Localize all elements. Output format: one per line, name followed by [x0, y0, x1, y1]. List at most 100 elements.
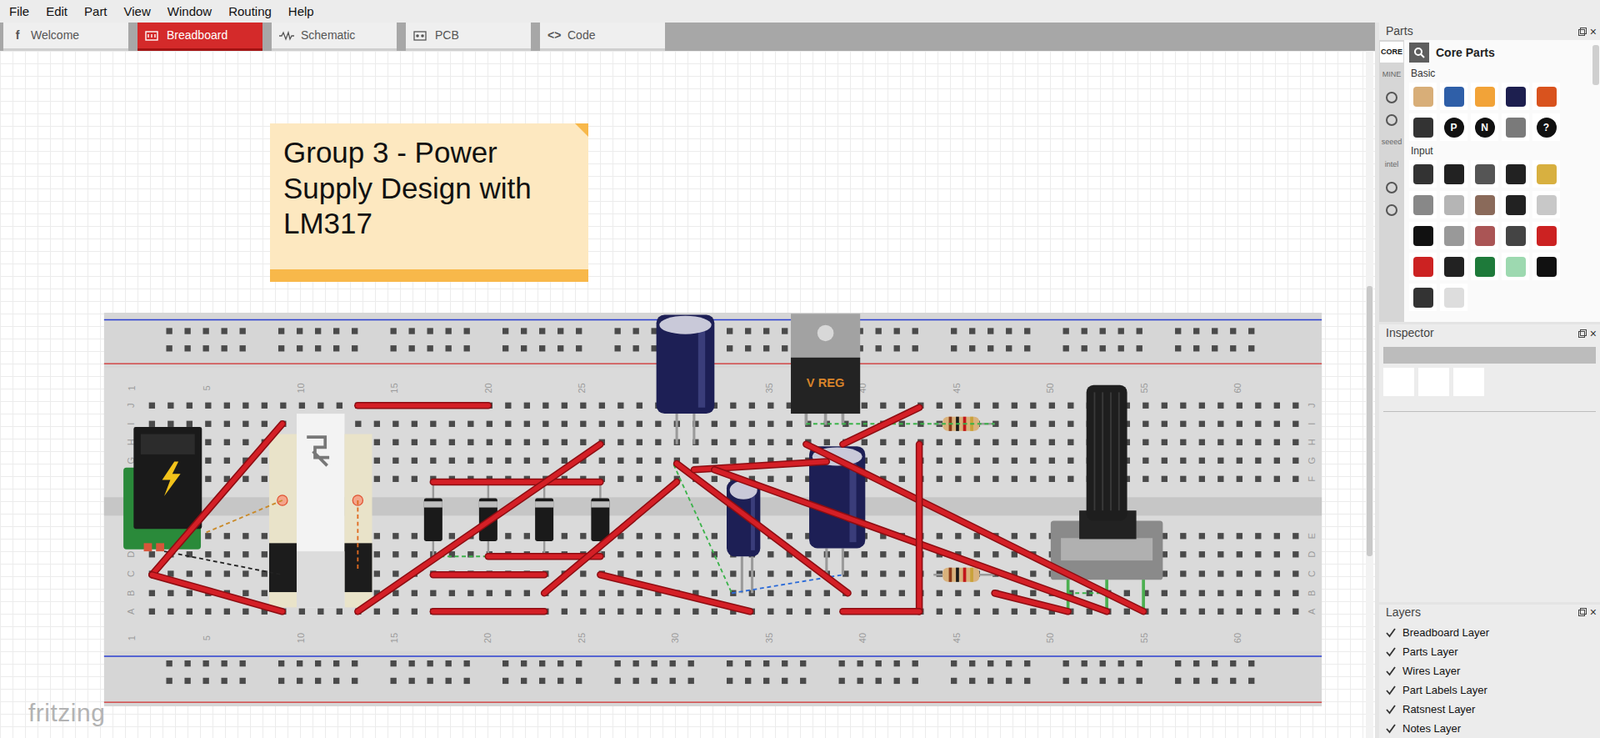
diode[interactable]: [424, 481, 443, 556]
scrollbar-thumb[interactable]: [1366, 285, 1373, 556]
part-thumbnail[interactable]: [1501, 160, 1530, 188]
close-button[interactable]: ×: [1590, 605, 1597, 618]
part-thumbnail[interactable]: [1440, 190, 1468, 219]
part-thumbnail[interactable]: [1409, 221, 1437, 250]
wire[interactable]: [919, 444, 920, 612]
row-label: B: [125, 590, 136, 596]
wire[interactable]: [151, 423, 283, 575]
row-label: I: [125, 422, 136, 425]
part-thumbnail[interactable]: [1470, 160, 1499, 188]
layer-label: Wires Layer: [1402, 662, 1460, 680]
menu-item[interactable]: File: [0, 0, 38, 23]
part-thumbnail[interactable]: [1409, 113, 1437, 141]
parts-grid: [1409, 160, 1595, 311]
part-thumbnail[interactable]: [1470, 82, 1499, 110]
part-thumbnail[interactable]: [1409, 160, 1437, 188]
editor-tab[interactable]: PCB: [405, 22, 531, 51]
bin-tab[interactable]: [1380, 176, 1404, 198]
parts-scrollbar[interactable]: [1592, 45, 1600, 85]
wire[interactable]: [714, 469, 1107, 611]
bin-tab[interactable]: [1380, 86, 1404, 108]
part-thumbnail[interactable]: [1409, 283, 1437, 311]
part-thumbnail[interactable]: N: [1470, 113, 1499, 141]
wire[interactable]: [433, 480, 601, 482]
tab-label: Welcome: [30, 26, 80, 45]
wire[interactable]: [151, 574, 283, 611]
editor-tab[interactable]: fWelcome: [3, 22, 129, 51]
part-thumbnail[interactable]: [1532, 82, 1560, 110]
note-text[interactable]: Group 3 - Power Supply Design with LM317: [283, 135, 575, 242]
wire[interactable]: [842, 610, 920, 612]
note[interactable]: Group 3 - Power Supply Design with LM317: [270, 123, 589, 282]
part-thumbnail[interactable]: [1440, 283, 1468, 311]
voltage-regulator[interactable]: V REG: [790, 313, 860, 425]
part-thumbnail[interactable]: [1501, 221, 1530, 250]
wire[interactable]: [842, 407, 920, 445]
part-thumbnail[interactable]: [1532, 221, 1560, 250]
layer-item[interactable]: Notes Layer: [1379, 718, 1600, 738]
layer-item[interactable]: Parts Layer: [1379, 641, 1600, 661]
part-thumbnail[interactable]: [1409, 190, 1437, 219]
bin-tab[interactable]: seeed: [1380, 131, 1404, 153]
part-thumbnail[interactable]: [1440, 160, 1468, 188]
layer-item[interactable]: Part Labels Layer: [1379, 680, 1600, 700]
menu-item[interactable]: Edit: [37, 0, 76, 23]
part-thumbnail[interactable]: [1409, 82, 1437, 110]
breadboard[interactable]: 1155101015152020252530303535404045455050…: [103, 312, 1323, 706]
part-thumbnail[interactable]: [1409, 252, 1437, 280]
part-thumbnail[interactable]: [1501, 82, 1530, 110]
close-button[interactable]: ×: [1590, 25, 1597, 38]
note-resize-icon[interactable]: [575, 123, 589, 137]
part-thumbnail[interactable]: [1440, 252, 1468, 280]
breadboard-canvas[interactable]: Group 3 - Power Supply Design with LM317…: [0, 50, 1375, 738]
wire[interactable]: [357, 444, 600, 612]
menu-item[interactable]: View: [115, 0, 160, 23]
search-button[interactable]: [1409, 42, 1430, 63]
menu-item[interactable]: Window: [159, 0, 220, 23]
bin-tab[interactable]: intel: [1380, 154, 1404, 175]
menu-item[interactable]: Part: [75, 0, 116, 23]
editor-tab[interactable]: <>Code: [540, 22, 665, 51]
bin-tab[interactable]: [1380, 199, 1404, 220]
capacitor[interactable]: [726, 480, 760, 594]
inspector-images: [1379, 367, 1600, 396]
wire[interactable]: [600, 574, 750, 611]
part-thumbnail[interactable]: ?: [1532, 113, 1560, 141]
part-thumbnail[interactable]: P: [1440, 113, 1468, 141]
layer-item[interactable]: Wires Layer: [1379, 660, 1600, 680]
part-thumbnail[interactable]: [1440, 82, 1468, 110]
bin-tab[interactable]: MINE: [1380, 64, 1404, 85]
part-icon: P: [1444, 117, 1465, 138]
wire[interactable]: [995, 592, 1069, 611]
wire[interactable]: [357, 405, 489, 406]
column-label: 10: [295, 382, 306, 393]
wire[interactable]: [433, 610, 545, 612]
part-icon: [1505, 256, 1526, 277]
menu-item[interactable]: Routing: [220, 0, 280, 23]
layer-item[interactable]: Ratsnest Layer: [1379, 699, 1600, 719]
wire[interactable]: [433, 574, 545, 575]
editor-tab[interactable]: Schematic: [271, 22, 397, 51]
part-thumbnail[interactable]: [1501, 252, 1530, 280]
part-thumbnail[interactable]: [1501, 113, 1530, 141]
close-button[interactable]: ×: [1590, 327, 1597, 340]
switch[interactable]: [269, 413, 373, 607]
part-thumbnail[interactable]: [1532, 190, 1560, 219]
bin-tab[interactable]: CORE: [1380, 41, 1404, 63]
part-thumbnail[interactable]: [1470, 252, 1499, 280]
bin-tab[interactable]: [1380, 109, 1404, 130]
part-thumbnail[interactable]: [1501, 190, 1530, 219]
menu-item[interactable]: Help: [280, 0, 323, 23]
capacitor[interactable]: [656, 314, 715, 444]
part-thumbnail[interactable]: [1532, 252, 1560, 280]
diode[interactable]: [535, 481, 554, 556]
wire[interactable]: [676, 463, 848, 593]
part-thumbnail[interactable]: [1470, 221, 1499, 250]
editor-tab[interactable]: Breadboard: [137, 22, 263, 51]
wire[interactable]: [805, 444, 1144, 612]
part-thumbnail[interactable]: [1470, 190, 1499, 219]
canvas-scrollbar[interactable]: [1365, 50, 1374, 738]
layer-item[interactable]: Breadboard Layer: [1379, 622, 1600, 642]
part-thumbnail[interactable]: [1532, 160, 1560, 188]
part-thumbnail[interactable]: [1440, 221, 1468, 250]
